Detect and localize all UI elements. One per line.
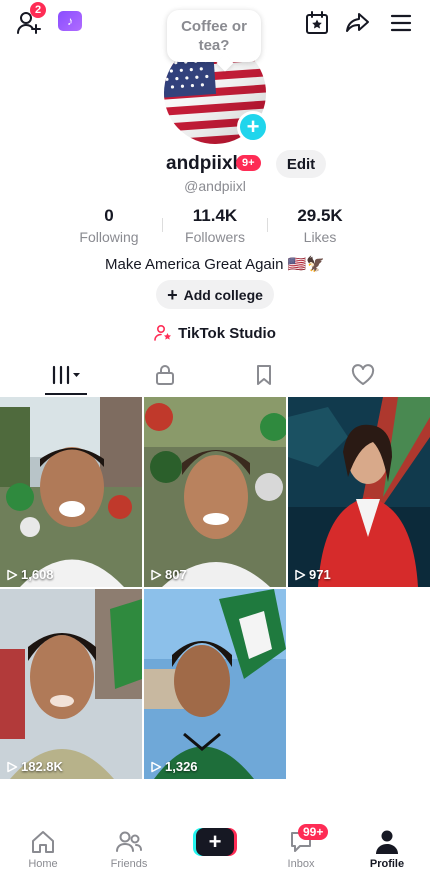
video-thumbnail-image bbox=[0, 589, 142, 779]
video-thumbnail[interactable]: 971 bbox=[288, 397, 430, 587]
plus-icon: + bbox=[196, 828, 234, 856]
video-thumbnail-image bbox=[144, 397, 286, 587]
username: andpiixl bbox=[166, 153, 238, 174]
studio-person-icon bbox=[154, 324, 172, 341]
bio-text: Make America Great Again 🇺🇸🦅 bbox=[105, 256, 325, 273]
share-icon bbox=[346, 13, 369, 32]
name-row: andpiixl 9+ Edit bbox=[0, 150, 430, 178]
tiktok-note-icon[interactable]: ♪ bbox=[58, 11, 82, 31]
nav-inbox-label: Inbox bbox=[287, 858, 315, 870]
video-thumbnail-image bbox=[0, 397, 142, 587]
profile-stats: 0 Following 11.4K Followers 29.5K Likes bbox=[0, 206, 430, 246]
active-tab-indicator bbox=[45, 393, 87, 395]
followers-label: Followers bbox=[185, 229, 245, 245]
friend-request-badge: 2 bbox=[30, 2, 47, 18]
nav-inbox[interactable]: Inbox 99+ bbox=[266, 818, 336, 871]
tab-favorites[interactable] bbox=[228, 355, 300, 395]
following-count: 0 bbox=[104, 206, 114, 225]
home-icon bbox=[32, 831, 54, 853]
video-thumbnail-image bbox=[144, 589, 286, 779]
nav-friends[interactable]: Friends bbox=[94, 818, 164, 871]
nav-profile-label: Profile bbox=[369, 858, 405, 870]
menu-button[interactable] bbox=[386, 8, 416, 38]
play-icon bbox=[7, 569, 18, 580]
tiktok-studio-link[interactable]: TikTok Studio bbox=[0, 323, 430, 343]
view-count: 1,326 bbox=[150, 759, 198, 774]
video-thumbnail-image bbox=[288, 397, 430, 587]
play-icon bbox=[151, 761, 162, 772]
edit-profile-button[interactable]: Edit bbox=[276, 150, 326, 178]
add-college-label: Add college bbox=[183, 286, 263, 303]
bookmark-icon bbox=[257, 365, 271, 385]
calendar-button[interactable] bbox=[302, 8, 332, 38]
add-story-button[interactable]: + bbox=[237, 111, 269, 143]
content-tabs bbox=[0, 355, 430, 397]
view-count: 182.8K bbox=[6, 759, 63, 774]
video-thumbnail[interactable]: 182.8K bbox=[0, 589, 142, 779]
nav-profile[interactable]: Profile bbox=[352, 818, 422, 871]
video-thumbnail[interactable]: 807 bbox=[144, 397, 286, 587]
add-friend-button[interactable]: 2 bbox=[14, 2, 47, 38]
bottom-nav: Home Friends + Inbox 99+ Profile bbox=[0, 818, 430, 871]
tab-liked[interactable] bbox=[327, 355, 399, 395]
user-handle: @andpiixl bbox=[184, 178, 246, 194]
add-college-button[interactable]: + Add college bbox=[156, 280, 274, 309]
calendar-star-icon bbox=[306, 11, 328, 34]
stat-likes[interactable]: 29.5K Likes bbox=[270, 206, 370, 245]
profile-note-bubble[interactable]: Coffee or tea? bbox=[167, 10, 261, 62]
video-thumbnail[interactable]: 1,608 bbox=[0, 397, 142, 587]
create-button[interactable]: + bbox=[193, 828, 237, 856]
video-thumbnail[interactable]: 1,326 bbox=[144, 589, 286, 779]
divider bbox=[162, 218, 163, 232]
view-count: 1,608 bbox=[6, 567, 54, 582]
studio-label: TikTok Studio bbox=[178, 324, 276, 342]
likes-count: 29.5K bbox=[297, 206, 343, 225]
videos-grid-icon bbox=[52, 365, 80, 385]
tab-private[interactable] bbox=[129, 355, 201, 395]
nav-friends-label: Friends bbox=[110, 858, 148, 870]
plus-icon: + bbox=[167, 284, 178, 305]
heart-icon bbox=[351, 364, 375, 385]
inbox-badge: 99+ bbox=[298, 824, 329, 840]
menu-icon bbox=[390, 14, 412, 32]
nav-home-label: Home bbox=[28, 858, 58, 870]
view-count-text: 971 bbox=[309, 567, 331, 582]
friends-icon bbox=[116, 831, 142, 852]
view-count-text: 182.8K bbox=[21, 759, 63, 774]
stat-following[interactable]: 0 Following bbox=[59, 206, 159, 245]
view-count-text: 1,608 bbox=[21, 567, 54, 582]
likes-label: Likes bbox=[303, 229, 337, 245]
nav-home[interactable]: Home bbox=[8, 818, 78, 871]
notification-badge[interactable]: 9+ bbox=[236, 155, 261, 171]
following-label: Following bbox=[79, 229, 139, 245]
divider bbox=[267, 218, 268, 232]
view-count-text: 1,326 bbox=[165, 759, 198, 774]
stat-followers[interactable]: 11.4K Followers bbox=[165, 206, 265, 245]
tab-videos[interactable] bbox=[30, 355, 102, 395]
lock-icon bbox=[156, 365, 174, 385]
play-icon bbox=[151, 569, 162, 580]
view-count: 971 bbox=[294, 567, 331, 582]
play-icon bbox=[7, 761, 18, 772]
play-icon bbox=[295, 569, 306, 580]
share-button[interactable] bbox=[343, 8, 373, 38]
view-count-text: 807 bbox=[165, 567, 187, 582]
view-count: 807 bbox=[150, 567, 187, 582]
profile-icon bbox=[376, 830, 398, 854]
followers-count: 11.4K bbox=[192, 206, 238, 225]
